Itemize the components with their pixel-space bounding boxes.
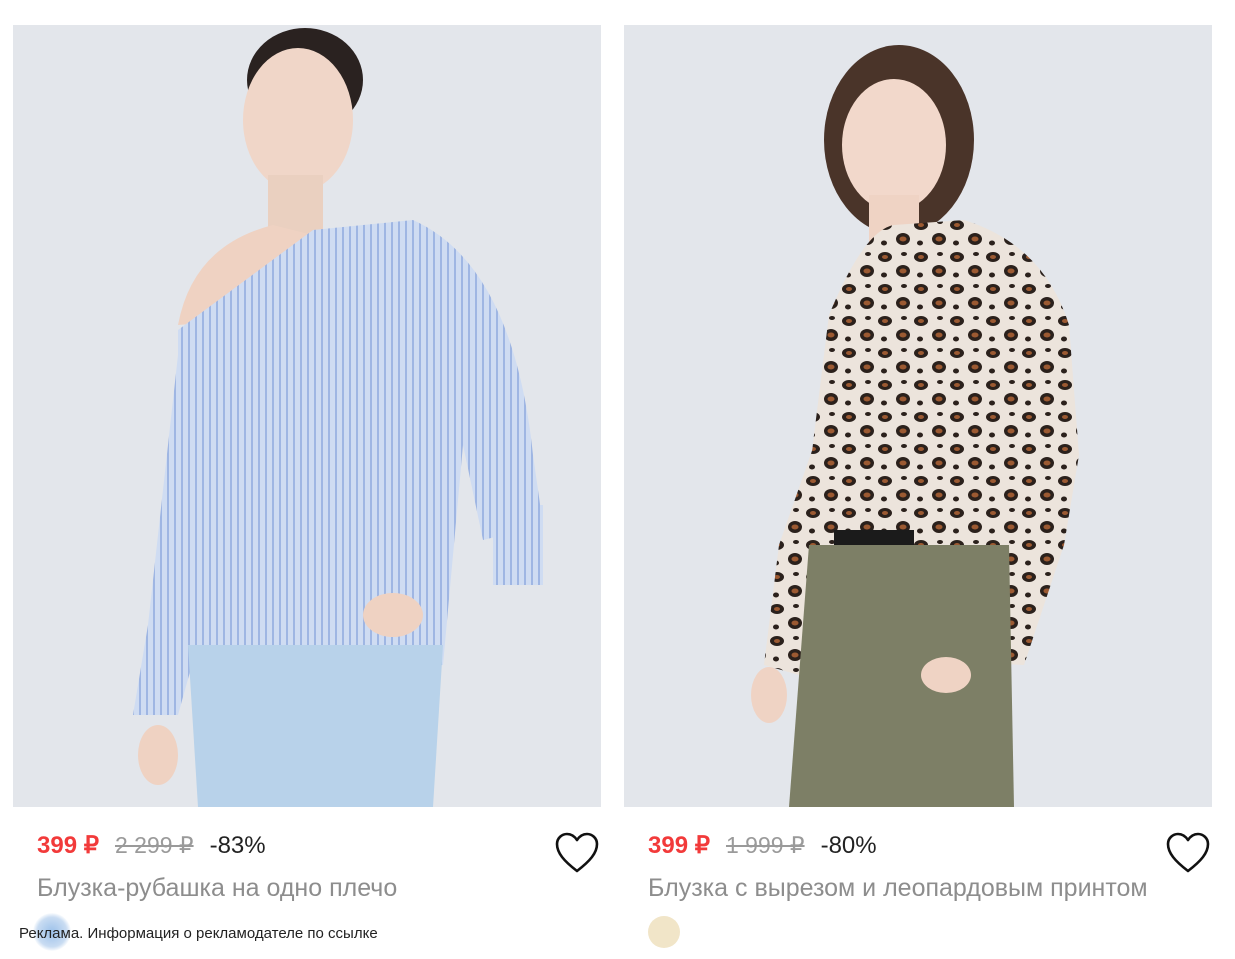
heart-outline-icon xyxy=(555,832,599,873)
favorite-button[interactable] xyxy=(1165,831,1211,875)
favorite-button[interactable] xyxy=(554,831,600,875)
old-price: 2 299 ₽ xyxy=(114,832,194,858)
old-price: 1 999 ₽ xyxy=(725,832,805,858)
product-title[interactable]: Блузка-рубашка на одно плечо xyxy=(37,874,577,903)
ad-disclaimer[interactable]: Реклама. Информация о рекламодателе по с… xyxy=(19,925,378,942)
price-row: 399 ₽ 1 999 ₽ -80% xyxy=(648,831,877,863)
product-card-1[interactable]: 399 ₽ 2 299 ₽ -83% Блузка-рубашка на одн… xyxy=(13,25,601,959)
heart-outline-icon xyxy=(1166,832,1210,873)
striped-shirt-model-image xyxy=(13,25,601,807)
product-photo-2[interactable] xyxy=(624,25,1212,807)
product-photo-1[interactable] xyxy=(13,25,601,807)
product-card-2[interactable]: 399 ₽ 1 999 ₽ -80% Блузка с вырезом и ле… xyxy=(624,25,1212,959)
leopard-blouse-model-image xyxy=(624,25,1212,807)
current-price: 399 ₽ xyxy=(37,832,99,859)
color-swatch[interactable] xyxy=(648,916,680,948)
discount-badge: -83% xyxy=(209,832,266,859)
current-price: 399 ₽ xyxy=(648,832,710,859)
discount-badge: -80% xyxy=(820,832,877,859)
product-title[interactable]: Блузка с вырезом и леопардовым принтом xyxy=(648,874,1148,903)
price-row: 399 ₽ 2 299 ₽ -83% xyxy=(37,831,266,863)
